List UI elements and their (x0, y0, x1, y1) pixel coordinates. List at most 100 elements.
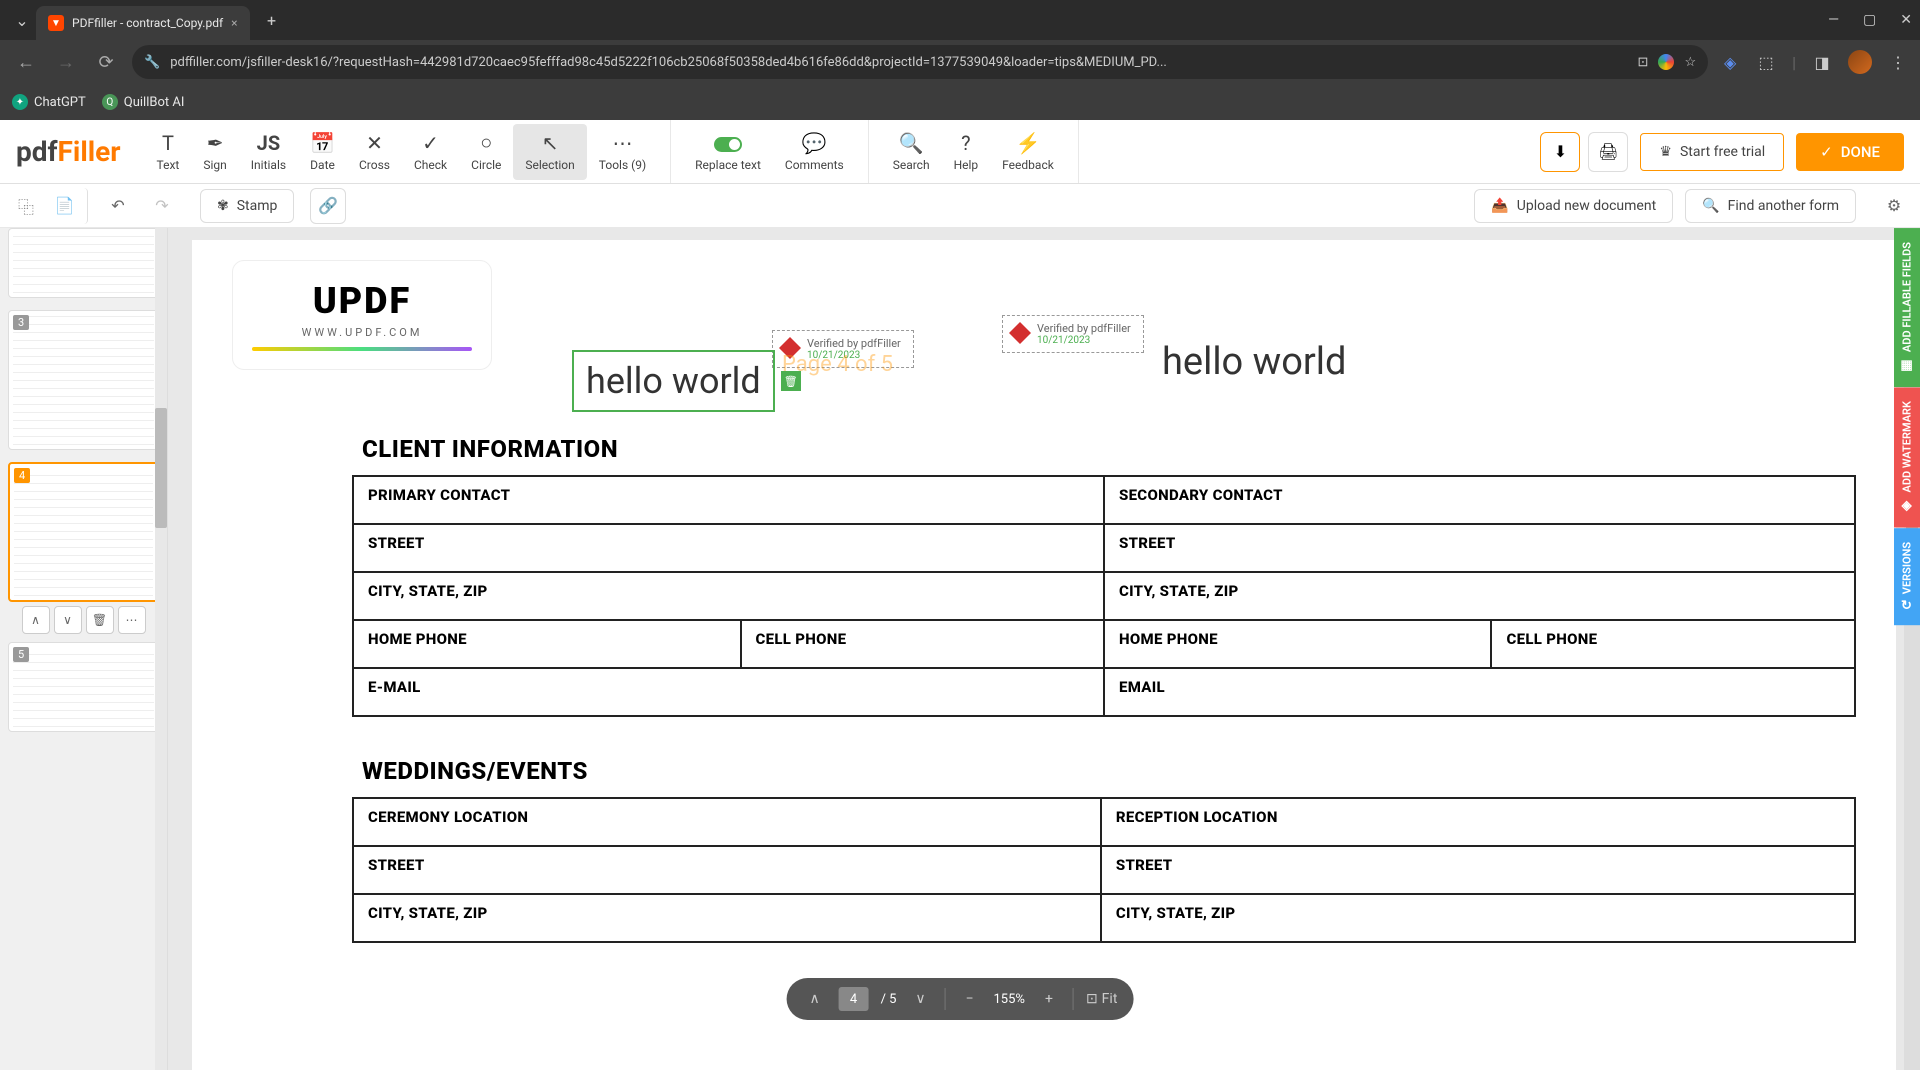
versions-tab[interactable]: ↻ VERSIONS (1894, 528, 1920, 625)
prev-page-button[interactable]: ∧ (803, 991, 827, 1007)
profile-avatar[interactable] (1848, 50, 1872, 74)
print-button[interactable]: 🖨 (1588, 132, 1628, 172)
zoom-out-button[interactable]: − (957, 991, 981, 1007)
replace-text-button[interactable]: Replace text (683, 124, 773, 180)
history-icon: ↻ (1902, 598, 1913, 613)
undo-button[interactable]: ↶ (100, 188, 136, 224)
bookmark-chatgpt[interactable]: ✦ ChatGPT (12, 94, 86, 110)
stamp-button[interactable]: ✾Stamp (200, 189, 294, 223)
text-tool-button[interactable]: TText (145, 124, 192, 180)
find-form-button[interactable]: 🔍Find another form (1685, 189, 1856, 223)
upload-document-button[interactable]: 📤 Upload new document (1474, 189, 1673, 223)
client-info-table: PRIMARY CONTACTSECONDARY CONTACT STREETS… (352, 475, 1856, 717)
link-button[interactable]: 🔗 (310, 188, 346, 224)
move-up-button[interactable]: ∧ (22, 606, 50, 634)
browser-navigation-bar: ← → ⟳ 🔧 pdffiller.com/jsfiller-desk16/?r… (0, 40, 1920, 84)
initials-tool-button[interactable]: JSInitials (239, 124, 298, 180)
check-icon: ✓ (1820, 143, 1833, 161)
close-window-icon[interactable]: ✕ (1900, 12, 1912, 28)
download-icon: ⬇ (1554, 142, 1567, 161)
maximize-icon[interactable]: ▢ (1863, 12, 1876, 28)
text-annotation-selected[interactable]: hello world 🗑 (572, 350, 775, 412)
pdffiller-logo[interactable]: pdfFiller (16, 135, 121, 168)
site-info-icon[interactable]: 🔧 (144, 55, 160, 70)
url-text: pdffiller.com/jsfiller-desk16/?requestHa… (170, 55, 1627, 70)
page-thumbnail[interactable]: 5 (8, 642, 159, 732)
selection-tool-button[interactable]: ↖Selection (513, 124, 586, 180)
button-label: DONE (1841, 143, 1880, 161)
download-button[interactable]: ⬇ (1540, 132, 1580, 172)
bookmarks-bar: ✦ ChatGPT Q QuillBot AI (0, 84, 1920, 120)
bookmark-quillbot[interactable]: Q QuillBot AI (102, 94, 185, 110)
button-label: Upload new document (1517, 198, 1656, 214)
page-thumbnail-active[interactable]: 4 (8, 462, 159, 602)
updf-brand-text: UPDF (313, 280, 411, 322)
pages-panel-button[interactable]: ⿻ (8, 188, 44, 224)
cell-label: CEREMONY LOCATION (368, 808, 528, 826)
thumb-number: 4 (14, 468, 30, 483)
text-annotation[interactable]: hello world (1162, 340, 1346, 384)
move-down-button[interactable]: ∨ (54, 606, 82, 634)
install-app-icon[interactable]: ⊡ (1638, 55, 1649, 70)
new-tab-button[interactable]: + (258, 6, 286, 34)
zoom-in-button[interactable]: + (1037, 991, 1061, 1007)
tools-menu-button[interactable]: ⋯Tools (9) (587, 124, 658, 180)
document-options-button[interactable]: 📄 (52, 188, 88, 224)
reload-button[interactable]: ⟳ (92, 48, 120, 76)
page-thumbnail[interactable]: 3 (8, 310, 159, 450)
start-trial-button[interactable]: ♛Start free trial (1640, 133, 1784, 171)
side-tabs: ▦ADD FILLABLE FIELDS ◈ADD WATERMARK ↻ VER… (1894, 228, 1920, 625)
help-button[interactable]: ?Help (942, 124, 991, 180)
upload-icon: 📤 (1491, 198, 1508, 214)
text-icon: T (162, 132, 174, 154)
search-button[interactable]: 🔍Search (881, 124, 942, 180)
page-thumbnail[interactable] (8, 228, 159, 298)
close-tab-icon[interactable]: × (231, 16, 237, 30)
verified-stamp[interactable]: Verified by pdfFiller 10/21/2023 (1002, 315, 1144, 353)
google-icon[interactable] (1658, 54, 1674, 70)
add-fillable-fields-tab[interactable]: ▦ADD FILLABLE FIELDS (1894, 228, 1920, 387)
next-page-button[interactable]: ∨ (908, 991, 932, 1007)
sign-tool-button[interactable]: ✒Sign (191, 124, 238, 180)
cell-label: STREET (1116, 856, 1173, 874)
date-tool-button[interactable]: 📅Date (298, 124, 347, 180)
tabs-dropdown-icon[interactable]: ⌄ (8, 6, 36, 34)
section-heading: WEDDINGS/EVENTS (362, 757, 1856, 785)
tab-label: VERSIONS (1901, 542, 1914, 594)
tab-label: ADD FILLABLE FIELDS (1901, 242, 1914, 352)
done-button[interactable]: ✓ DONE (1796, 133, 1904, 171)
shield-extension-icon[interactable]: ◈ (1720, 52, 1740, 72)
tool-label: Help (954, 158, 979, 172)
cross-tool-button[interactable]: ✕Cross (347, 124, 402, 180)
settings-button[interactable]: ⚙ (1876, 188, 1912, 224)
delete-annotation-button[interactable]: 🗑 (781, 371, 801, 391)
thumbnail-scrollbar[interactable] (155, 228, 167, 1070)
pdf-page[interactable]: UPDF WWW.UPDF.COM Verified by pdfFiller … (192, 240, 1896, 1070)
tool-label: Tools (9) (599, 158, 646, 172)
delete-page-button[interactable]: 🗑 (86, 606, 114, 634)
back-button[interactable]: ← (12, 48, 40, 76)
extensions-icon[interactable]: ⬚ (1756, 52, 1776, 72)
button-label: Find another form (1728, 198, 1839, 214)
browser-tab[interactable]: ▼ PDFfiller - contract_Copy.pdf × (36, 6, 250, 40)
bookmark-star-icon[interactable]: ☆ (1684, 55, 1696, 70)
more-actions-button[interactable]: ⋯ (118, 606, 146, 634)
tool-label: Cross (359, 158, 390, 172)
circle-tool-button[interactable]: ○Circle (459, 124, 513, 180)
browser-menu-icon[interactable]: ⋮ (1888, 52, 1908, 72)
redo-button[interactable]: ↷ (144, 188, 180, 224)
fit-button[interactable]: ⊡Fit (1086, 991, 1117, 1007)
canvas-area[interactable]: UPDF WWW.UPDF.COM Verified by pdfFiller … (168, 228, 1920, 1070)
feedback-button[interactable]: ⚡Feedback (990, 124, 1066, 180)
cell-label: STREET (368, 534, 425, 552)
address-bar[interactable]: 🔧 pdffiller.com/jsfiller-desk16/?request… (132, 45, 1708, 79)
tab-title: PDFfiller - contract_Copy.pdf (72, 16, 223, 30)
add-watermark-tab[interactable]: ◈ADD WATERMARK (1894, 387, 1920, 527)
sidepanel-icon[interactable]: ◨ (1812, 52, 1832, 72)
forward-button[interactable]: → (52, 48, 80, 76)
comments-button[interactable]: 💬Comments (773, 124, 856, 180)
page-number-input[interactable] (839, 987, 869, 1011)
minimize-icon[interactable]: ― (1828, 12, 1839, 28)
cell-label: RECEPTION LOCATION (1116, 808, 1278, 826)
check-tool-button[interactable]: ✓Check (402, 124, 459, 180)
